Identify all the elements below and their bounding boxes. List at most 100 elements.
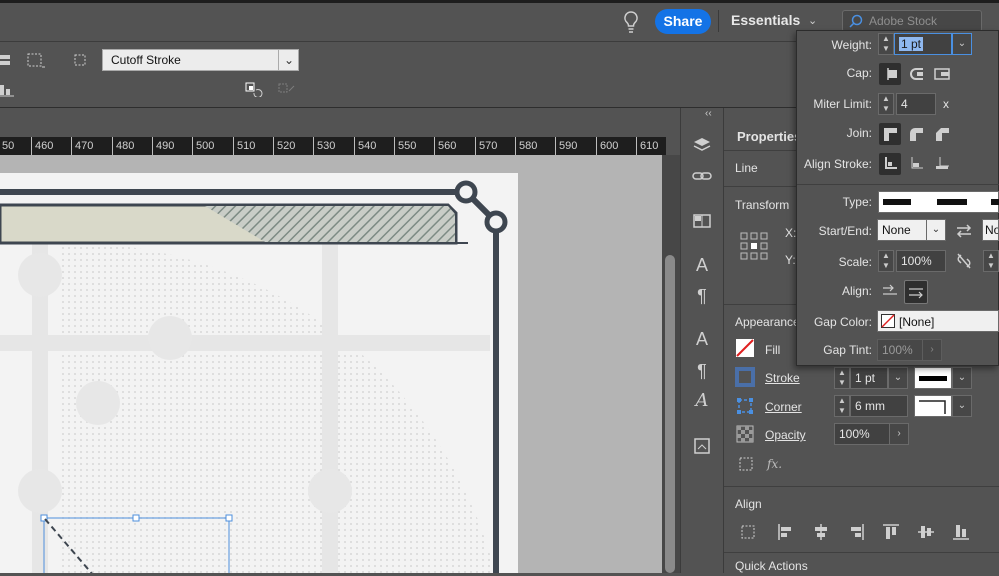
butt-cap-icon[interactable] — [879, 63, 901, 85]
miter-join-icon[interactable] — [879, 123, 901, 145]
pasteboard — [0, 108, 680, 137]
ruler-tick: 610 — [636, 137, 658, 155]
paragraph-icon[interactable]: ¶ — [690, 360, 714, 382]
chevron-down-icon[interactable]: ⌄ — [278, 49, 299, 71]
align-to-selection-icon[interactable] — [738, 521, 760, 543]
links-icon[interactable] — [690, 165, 714, 187]
start-scale-field[interactable]: 100% — [896, 250, 946, 272]
share-button[interactable]: Share — [655, 9, 711, 34]
object-frame-icon[interactable] — [737, 455, 755, 473]
align-edge-icon[interactable] — [0, 51, 14, 71]
unlink-scale-icon[interactable] — [953, 250, 975, 272]
vertical-scrollbar[interactable] — [662, 155, 680, 573]
chevron-right-icon[interactable]: › — [889, 423, 909, 445]
align-vertical-center-icon[interactable] — [915, 521, 937, 543]
start-scale-stepper[interactable]: ▲ ▼ — [878, 250, 894, 272]
align-label: Align: — [841, 284, 872, 298]
stroke-label[interactable]: Stroke — [765, 371, 800, 385]
end-arrowhead-select[interactable]: No — [982, 219, 999, 241]
ruler-tick: 540 — [354, 137, 376, 155]
align-stroke-center-icon[interactable] — [879, 153, 901, 175]
stroke-type-swatch[interactable] — [914, 367, 952, 389]
chevron-down-icon[interactable]: ⌄ — [888, 367, 908, 389]
paragraph-styles-icon[interactable]: ¶ — [690, 285, 714, 307]
arrow-tip-end-icon[interactable] — [904, 280, 928, 304]
title-strip — [0, 0, 999, 3]
miter-limit-field[interactable]: 4 — [896, 93, 936, 115]
align-top-icon[interactable] — [880, 521, 902, 543]
scrollbar-thumb[interactable] — [665, 255, 675, 573]
corner-size-stepper[interactable]: ▲ ▼ — [834, 395, 850, 417]
stroke-swatch-icon[interactable] — [735, 367, 755, 387]
reference-point-icon[interactable] — [740, 232, 768, 260]
miter-limit-label: Miter Limit: — [813, 97, 872, 111]
horizontal-ruler: 50 460 470 480 490 500 510 520 530 540 5… — [0, 137, 666, 155]
opacity-field[interactable]: 100% — [834, 423, 890, 445]
chevron-down-icon[interactable]: ⌄ — [952, 33, 972, 55]
pages-icon[interactable] — [690, 210, 714, 232]
bar-chart-icon[interactable] — [0, 81, 14, 97]
workspace-switcher[interactable]: Essentials — [731, 12, 800, 28]
opacity-label[interactable]: Opacity — [765, 428, 806, 442]
character-styles-icon[interactable]: A — [690, 254, 714, 276]
stroke-style-icon[interactable] — [72, 52, 90, 68]
y-label: Y: — [785, 253, 796, 267]
ruler-tick: 560 — [434, 137, 456, 155]
corner-shape-swatch[interactable] — [914, 395, 952, 417]
divider — [797, 184, 999, 185]
align-stroke-inside-icon[interactable] — [905, 153, 927, 175]
layers-icon[interactable] — [690, 135, 714, 157]
opacity-icon[interactable] — [735, 424, 755, 444]
corner-label[interactable]: Corner — [765, 400, 802, 414]
gap-color-label: Gap Color: — [813, 315, 872, 329]
weight-value: 1 pt — [899, 37, 924, 51]
round-join-icon[interactable] — [905, 123, 927, 145]
chevron-down-icon[interactable]: ⌄ — [808, 14, 817, 27]
lightbulb-icon[interactable] — [622, 10, 640, 34]
arrow-tip-beyond-icon[interactable] — [879, 280, 901, 302]
page-artwork[interactable] — [0, 173, 518, 576]
divider — [724, 486, 999, 487]
glyphs-icon[interactable]: A — [690, 390, 714, 412]
stroke-weight-stepper[interactable]: ▲ ▼ — [834, 367, 850, 389]
stroke-type-select[interactable] — [878, 191, 999, 213]
join-label: Join: — [846, 126, 872, 140]
start-arrowhead-select[interactable]: None — [877, 219, 927, 241]
end-scale-stepper[interactable]: ▲ ▼ — [983, 250, 999, 272]
stroke-style-select[interactable]: Cutoff Stroke — [102, 49, 299, 71]
weight-field[interactable]: 1 pt — [894, 33, 952, 55]
cc-libraries-icon[interactable] — [690, 435, 714, 457]
miter-limit-stepper[interactable]: ▲ ▼ — [878, 93, 894, 115]
swap-arrowheads-icon[interactable] — [953, 220, 975, 242]
align-stroke-outside-icon[interactable] — [931, 153, 953, 175]
align-left-icon[interactable] — [775, 521, 797, 543]
gap-color-value: [None] — [899, 315, 935, 329]
stroke-weight-field[interactable]: 1 pt — [850, 367, 888, 389]
align-horizontal-center-icon[interactable] — [810, 521, 832, 543]
ruler-tick: 510 — [233, 137, 255, 155]
chevron-down-icon[interactable]: ⌄ — [926, 219, 946, 241]
wrap-icon[interactable] — [244, 81, 266, 98]
chevron-down-icon[interactable]: ⌄ — [952, 395, 972, 417]
round-cap-icon[interactable] — [905, 63, 927, 85]
align-bottom-icon[interactable] — [950, 521, 972, 543]
align-right-icon[interactable] — [845, 521, 867, 543]
section-transform: Transform — [735, 198, 790, 212]
corner-size-field[interactable]: 6 mm — [850, 395, 908, 417]
fill-label[interactable]: Fill — [765, 343, 780, 357]
ruler-tick: 590 — [555, 137, 577, 155]
character-icon[interactable]: A — [690, 328, 714, 350]
section-line: Line — [735, 161, 758, 175]
gap-color-select[interactable] — [877, 310, 999, 332]
fill-swatch-icon[interactable] — [735, 338, 755, 358]
frame-tool-icon[interactable] — [25, 51, 47, 71]
corner-options-icon[interactable] — [735, 396, 755, 416]
chevron-down-icon[interactable]: ⌄ — [952, 367, 972, 389]
collapse-icon[interactable]: ‹‹ — [705, 108, 712, 119]
effects-fx-button[interactable]: fx. — [767, 457, 782, 471]
cap-label: Cap: — [846, 66, 872, 80]
projecting-cap-icon[interactable] — [931, 63, 953, 85]
bevel-join-icon[interactable] — [931, 123, 953, 145]
ruler-tick: 550 — [394, 137, 416, 155]
weight-stepper[interactable]: ▲ ▼ — [878, 33, 894, 55]
